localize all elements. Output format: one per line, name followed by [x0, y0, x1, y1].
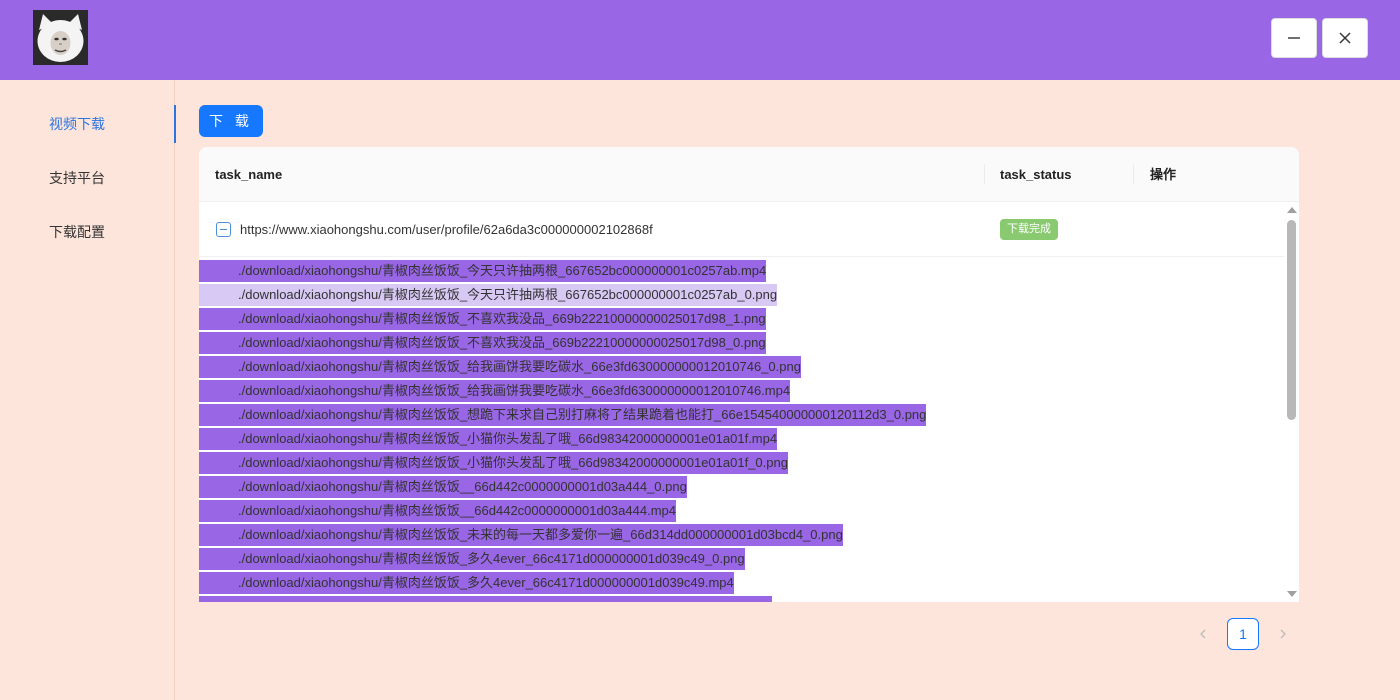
pagination-page-1[interactable]: 1 [1227, 618, 1259, 650]
list-item: ./download/xiaohongshu/青椒肉丝饭饭_未来的每一天都多爱你… [199, 522, 1284, 546]
list-item: ./download/xiaohongshu/青椒肉丝饭饭__66d442c00… [199, 474, 1284, 498]
file-path: ./download/xiaohongshu/青椒肉丝饭饭_今天只许抽两根_66… [199, 284, 778, 306]
file-path: ./download/xiaohongshu/青椒肉丝饭饭_多久4ever_66… [199, 548, 745, 570]
chevron-right-icon [1280, 629, 1286, 639]
sidebar-item-download-config[interactable]: 下载配置 [0, 213, 175, 251]
list-item: ./download/xiaohongshu/青椒肉丝饭饭_给我画饼我要吃碳水_… [199, 354, 1284, 378]
list-item: ./download/xiaohongshu/青椒肉丝饭饭_想跪下来求自己别打麻… [199, 402, 1284, 426]
list-item: ./download/xiaohongshu/青椒肉丝饭饭__66d442c00… [199, 498, 1284, 522]
file-path: ./download/xiaohongshu/青椒肉丝饭饭_小猫你头发乱了哦_6… [199, 428, 778, 450]
column-header-task-name: task_name [215, 167, 283, 182]
file-path: ./download/xiaohongshu/青椒肉丝饭饭_多久4ever_66… [199, 572, 734, 594]
close-button[interactable] [1322, 18, 1368, 58]
file-path: ./download/xiaohongshu/青椒肉丝饭饭_今天只许抽两根_66… [199, 260, 767, 282]
status-badge: 下载完成 [1000, 219, 1058, 240]
file-path: ./download/xiaohongshu/青椒肉丝饭饭_未来的每一天都多爱你… [199, 524, 843, 546]
list-item: ./download/xiaohongshu/青椒肉丝饭饭_给我画饼我要吃碳水_… [199, 378, 1284, 402]
task-url: https://www.xiaohongshu.com/user/profile… [240, 222, 653, 237]
file-path: ./download/xiaohongshu/青椒肉丝饭饭__66d442c00… [199, 500, 676, 522]
file-path: ./download/xiaohongshu/青椒肉丝饭饭_想跪下来求自己别打麻… [199, 404, 927, 426]
sidebar-item-label: 视频下载 [49, 116, 105, 132]
file-list: ./download/xiaohongshu/青椒肉丝饭饭_今天只许抽两根_66… [199, 258, 1284, 602]
table-header: task_name task_status 操作 [199, 147, 1299, 202]
scroll-down-arrow-icon[interactable] [1287, 591, 1297, 597]
column-header-task-status: task_status [1000, 167, 1072, 182]
list-item: ./download/xiaohongshu/青椒肉丝饭饭_小猫你头发乱了哦_6… [199, 450, 1284, 474]
list-item: ./download/xiaohongshu/青椒肉丝饭饭_不喜欢我没品_669… [199, 306, 1284, 330]
sidebar-item-label: 下载配置 [49, 224, 105, 240]
scroll-up-arrow-icon[interactable] [1287, 207, 1297, 213]
sidebar-item-supported-platforms[interactable]: 支持平台 [0, 159, 175, 197]
file-path: ./download/xiaohongshu/青椒肉丝饭饭_不喜欢我没品_669… [199, 308, 766, 330]
file-path: ./download/xiaohongshu/青椒肉丝饭饭_给我画饼我要吃碳水_… [199, 380, 791, 402]
scrollbar-thumb[interactable] [1287, 220, 1296, 420]
minimize-button[interactable] [1271, 18, 1317, 58]
file-path: ./download/xiaohongshu/青椒肉丝饭饭__66d442c00… [199, 476, 687, 498]
file-path [199, 596, 772, 602]
pagination-next-button[interactable] [1271, 622, 1295, 646]
file-path: ./download/xiaohongshu/青椒肉丝饭饭_给我画饼我要吃碳水_… [199, 356, 801, 378]
list-item: ./download/xiaohongshu/青椒肉丝饭饭_多久4ever_66… [199, 570, 1284, 594]
table-row: https://www.xiaohongshu.com/user/profile… [199, 202, 1284, 257]
column-divider [984, 164, 985, 184]
collapse-row-icon[interactable] [216, 222, 231, 237]
pagination-prev-button[interactable] [1191, 622, 1215, 646]
sidebar-item-video-download[interactable]: 视频下载 [0, 105, 176, 143]
minus-icon [1288, 37, 1300, 39]
vertical-scrollbar[interactable] [1284, 202, 1299, 602]
cat-meme-avatar-icon [33, 10, 88, 65]
app-header [0, 0, 1400, 80]
list-item: ./download/xiaohongshu/青椒肉丝饭饭_不喜欢我没品_669… [199, 330, 1284, 354]
list-item: ./download/xiaohongshu/青椒肉丝饭饭_今天只许抽两根_66… [199, 282, 1284, 306]
file-path: ./download/xiaohongshu/青椒肉丝饭饭_不喜欢我没品_669… [199, 332, 766, 354]
list-item: ./download/xiaohongshu/青椒肉丝饭饭_今天只许抽两根_66… [199, 258, 1284, 282]
sidebar-item-label: 支持平台 [49, 170, 105, 186]
list-item: ./download/xiaohongshu/青椒肉丝饭饭_多久4ever_66… [199, 546, 1284, 570]
column-header-actions: 操作 [1150, 167, 1177, 182]
column-divider [1133, 164, 1134, 184]
avatar [33, 10, 88, 65]
list-item [199, 594, 1284, 602]
x-icon [1339, 32, 1351, 44]
chevron-left-icon [1200, 629, 1206, 639]
task-table: task_name task_status 操作 https://www.xia… [199, 147, 1299, 602]
sidebar: 视频下载 支持平台 下载配置 [0, 80, 176, 700]
file-path: ./download/xiaohongshu/青椒肉丝饭饭_小猫你头发乱了哦_6… [199, 452, 788, 474]
download-button[interactable]: 下 载 [199, 105, 263, 137]
list-item: ./download/xiaohongshu/青椒肉丝饭饭_小猫你头发乱了哦_6… [199, 426, 1284, 450]
